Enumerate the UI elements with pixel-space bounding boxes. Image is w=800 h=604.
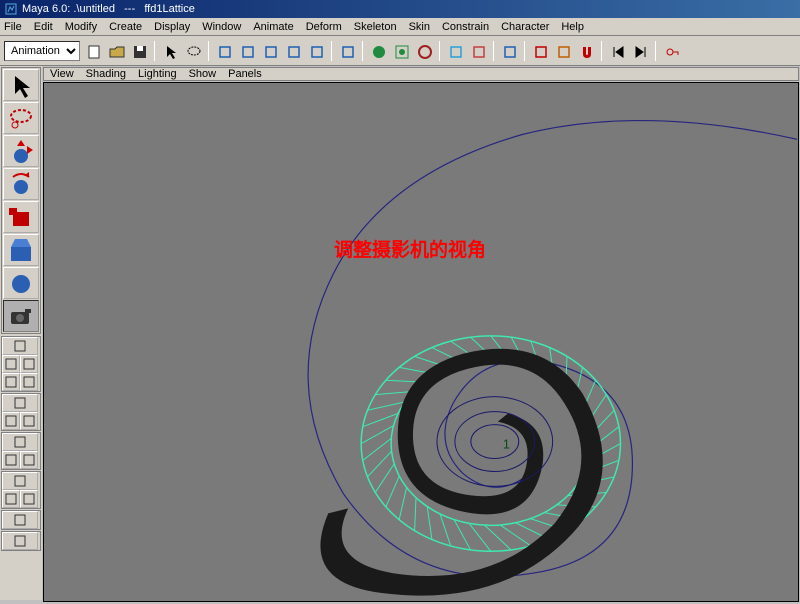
new-scene-icon[interactable]: [82, 40, 104, 62]
go-end-icon[interactable]: [629, 40, 651, 62]
annotation-text: 调整摄影机的视角: [334, 235, 486, 262]
ipr-icon[interactable]: [390, 40, 412, 62]
menu-file[interactable]: File: [4, 21, 22, 33]
title-context: ffd1Lattice: [144, 3, 195, 15]
move-tool[interactable]: [3, 135, 39, 167]
inner-ring-2: [455, 412, 535, 472]
snap-live-icon[interactable]: [305, 40, 327, 62]
open-icon[interactable]: [105, 40, 127, 62]
layout-down-arrow[interactable]: [2, 532, 38, 550]
title-sep: [115, 3, 124, 15]
history-toggle-icon[interactable]: [336, 40, 358, 62]
particle-icon[interactable]: [467, 40, 489, 62]
titlebar: Maya 6.0 : .\untitled --- ffd1Lattice: [0, 0, 800, 18]
rotate-tool[interactable]: [3, 168, 39, 200]
soft-mod-tool[interactable]: [3, 267, 39, 299]
manip-tool[interactable]: [3, 234, 39, 266]
layout-graph-r[interactable]: [20, 451, 38, 469]
title-app: Maya 6.0: [22, 3, 67, 15]
layout-dope-l[interactable]: [2, 490, 20, 508]
menubar: File Edit Modify Create Display Window Animate…: [0, 18, 800, 36]
menu-animate[interactable]: Animate: [253, 21, 293, 33]
sidebar: [0, 66, 42, 600]
layout-graph-l[interactable]: [2, 451, 20, 469]
layout-four-view-tl[interactable]: [2, 355, 20, 373]
snap-point-icon[interactable]: [259, 40, 281, 62]
scale-tool[interactable]: [3, 201, 39, 233]
viewmenu-panels[interactable]: Panels: [228, 68, 262, 80]
viewmenu-shading[interactable]: Shading: [86, 68, 126, 80]
lasso-tool[interactable]: [3, 102, 39, 134]
layout-persp-out[interactable]: [2, 433, 38, 451]
layout-four-view-bl[interactable]: [2, 373, 20, 391]
input-conn-icon[interactable]: [529, 40, 551, 62]
layout-four-view-br[interactable]: [20, 373, 38, 391]
menu-skeleton[interactable]: Skeleton: [354, 21, 397, 33]
menu-help[interactable]: Help: [561, 21, 584, 33]
menu-modify[interactable]: Modify: [65, 21, 97, 33]
layout-two-side-r[interactable]: [20, 412, 38, 430]
layout-hyper[interactable]: [2, 472, 38, 490]
title-sep-dashes: ---: [124, 3, 135, 15]
toolbox: [1, 67, 41, 334]
scene-canvas: 1: [44, 83, 798, 601]
go-start-icon[interactable]: [606, 40, 628, 62]
menu-character[interactable]: Character: [501, 21, 549, 33]
lasso-icon[interactable]: [182, 40, 204, 62]
inner-ring-3: [471, 425, 519, 459]
snap-grid-icon[interactable]: [213, 40, 235, 62]
menu-display[interactable]: Display: [154, 21, 190, 33]
menu-skin[interactable]: Skin: [409, 21, 430, 33]
last-tool[interactable]: [3, 300, 39, 332]
viewport[interactable]: 1 调整摄影机的视角: [43, 82, 799, 602]
main-toolbar: Animation: [0, 36, 800, 66]
render-icon[interactable]: [367, 40, 389, 62]
menu-edit[interactable]: Edit: [34, 21, 53, 33]
field-icon[interactable]: [444, 40, 466, 62]
layout-script[interactable]: [2, 511, 38, 529]
viewport-menubar: View Shading Lighting Show Panels: [43, 67, 799, 81]
menu-deform[interactable]: Deform: [306, 21, 342, 33]
snap-curve-icon[interactable]: [236, 40, 258, 62]
save-icon[interactable]: [128, 40, 150, 62]
render-globals-icon[interactable]: [413, 40, 435, 62]
viewmenu-lighting[interactable]: Lighting: [138, 68, 177, 80]
select-arrow-icon[interactable]: [159, 40, 181, 62]
layout-single-persp[interactable]: [2, 337, 38, 355]
layout-outliner[interactable]: [2, 394, 38, 412]
key-icon[interactable]: [660, 40, 682, 62]
menu-constrain[interactable]: Constrain: [442, 21, 489, 33]
center-label: 1: [503, 437, 510, 452]
layout-four-view-tr[interactable]: [20, 355, 38, 373]
layout-two-side-l[interactable]: [2, 412, 20, 430]
output-conn-icon[interactable]: [552, 40, 574, 62]
snap-plane-icon[interactable]: [282, 40, 304, 62]
viewmenu-view[interactable]: View: [50, 68, 74, 80]
title-file-name: .\untitled: [73, 3, 115, 15]
app-icon: [4, 2, 18, 16]
mode-selector[interactable]: Animation: [4, 41, 80, 61]
select-tool[interactable]: [3, 69, 39, 101]
layout-dope-r[interactable]: [20, 490, 38, 508]
menu-create[interactable]: Create: [109, 21, 142, 33]
menu-window[interactable]: Window: [202, 21, 241, 33]
hypergraph-icon[interactable]: [498, 40, 520, 62]
magnet-icon[interactable]: [575, 40, 597, 62]
viewmenu-show[interactable]: Show: [189, 68, 217, 80]
